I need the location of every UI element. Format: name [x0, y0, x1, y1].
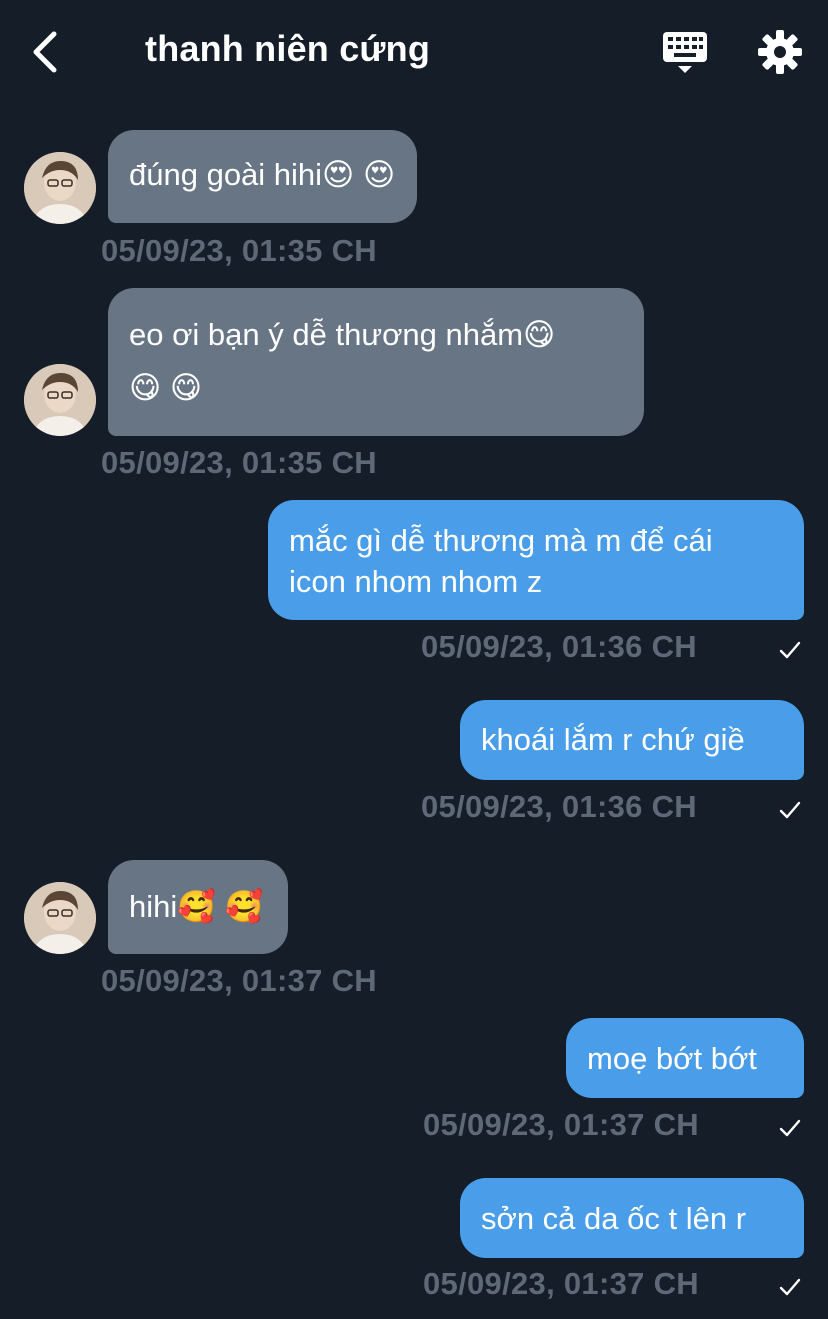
read-check-icon — [779, 1278, 801, 1296]
message-text: khoái lắm r chứ giề — [481, 722, 745, 757]
avatar[interactable] — [24, 882, 96, 954]
message-text-line: mắc gì dễ thương mà m để cái — [289, 523, 713, 558]
read-check-icon — [779, 801, 801, 819]
message-text: moẹ bớt bớt — [587, 1041, 757, 1076]
chevron-left-icon — [33, 31, 57, 73]
message-timestamp: 05/09/23, 01:35 CH — [101, 445, 377, 480]
message-timestamp: 05/09/23, 01:35 CH — [101, 233, 377, 268]
chat-title: thanh niên cứng — [145, 28, 431, 69]
message-bubble-outgoing[interactable]: khoái lắm r chứ giề — [460, 700, 804, 780]
message-text: đúng goài hihi😍 😍 — [129, 157, 396, 192]
chat-screen: thanh niên cứng đúng goài hihi😍 😍 05/09/… — [0, 0, 828, 1319]
message-bubble-incoming[interactable]: đúng goài hihi😍 😍 — [108, 130, 418, 223]
message-text: hihi🥰 🥰 — [129, 889, 264, 924]
message-bubble-outgoing[interactable]: moẹ bớt bớt — [566, 1018, 804, 1098]
message-bubble-incoming[interactable]: hihi🥰 🥰 — [108, 860, 288, 954]
read-check-icon — [779, 1119, 801, 1137]
message-bubble-incoming[interactable]: eo ơi bạn ý dễ thương nhắm😋 😋 😋 — [108, 288, 644, 436]
back-button[interactable] — [20, 24, 70, 80]
message-bubble-outgoing[interactable]: mắc gì dễ thương mà m để cái icon nhom n… — [268, 500, 804, 620]
avatar[interactable] — [24, 364, 96, 436]
message-text-line: eo ơi bạn ý dễ thương nhắm😋 — [129, 317, 556, 352]
settings-button[interactable] — [756, 28, 804, 76]
message-timestamp: 05/09/23, 01:37 CH — [423, 1266, 699, 1301]
chat-header: thanh niên cứng — [0, 0, 828, 104]
message-text-line: icon nhom nhom z — [289, 564, 543, 599]
keyboard-icon — [663, 32, 707, 73]
gear-icon — [758, 30, 802, 74]
message-timestamp: 05/09/23, 01:36 CH — [421, 629, 697, 664]
message-text: sởn cả da ốc t lên r — [481, 1201, 747, 1236]
keyboard-button[interactable] — [658, 28, 712, 78]
message-timestamp: 05/09/23, 01:36 CH — [421, 789, 697, 824]
message-text-line: 😋 😋 — [129, 370, 203, 405]
avatar[interactable] — [24, 152, 96, 224]
message-timestamp: 05/09/23, 01:37 CH — [423, 1107, 699, 1142]
read-check-icon — [779, 641, 801, 659]
message-timestamp: 05/09/23, 01:37 CH — [101, 963, 377, 998]
message-bubble-outgoing[interactable]: sởn cả da ốc t lên r — [460, 1178, 804, 1258]
